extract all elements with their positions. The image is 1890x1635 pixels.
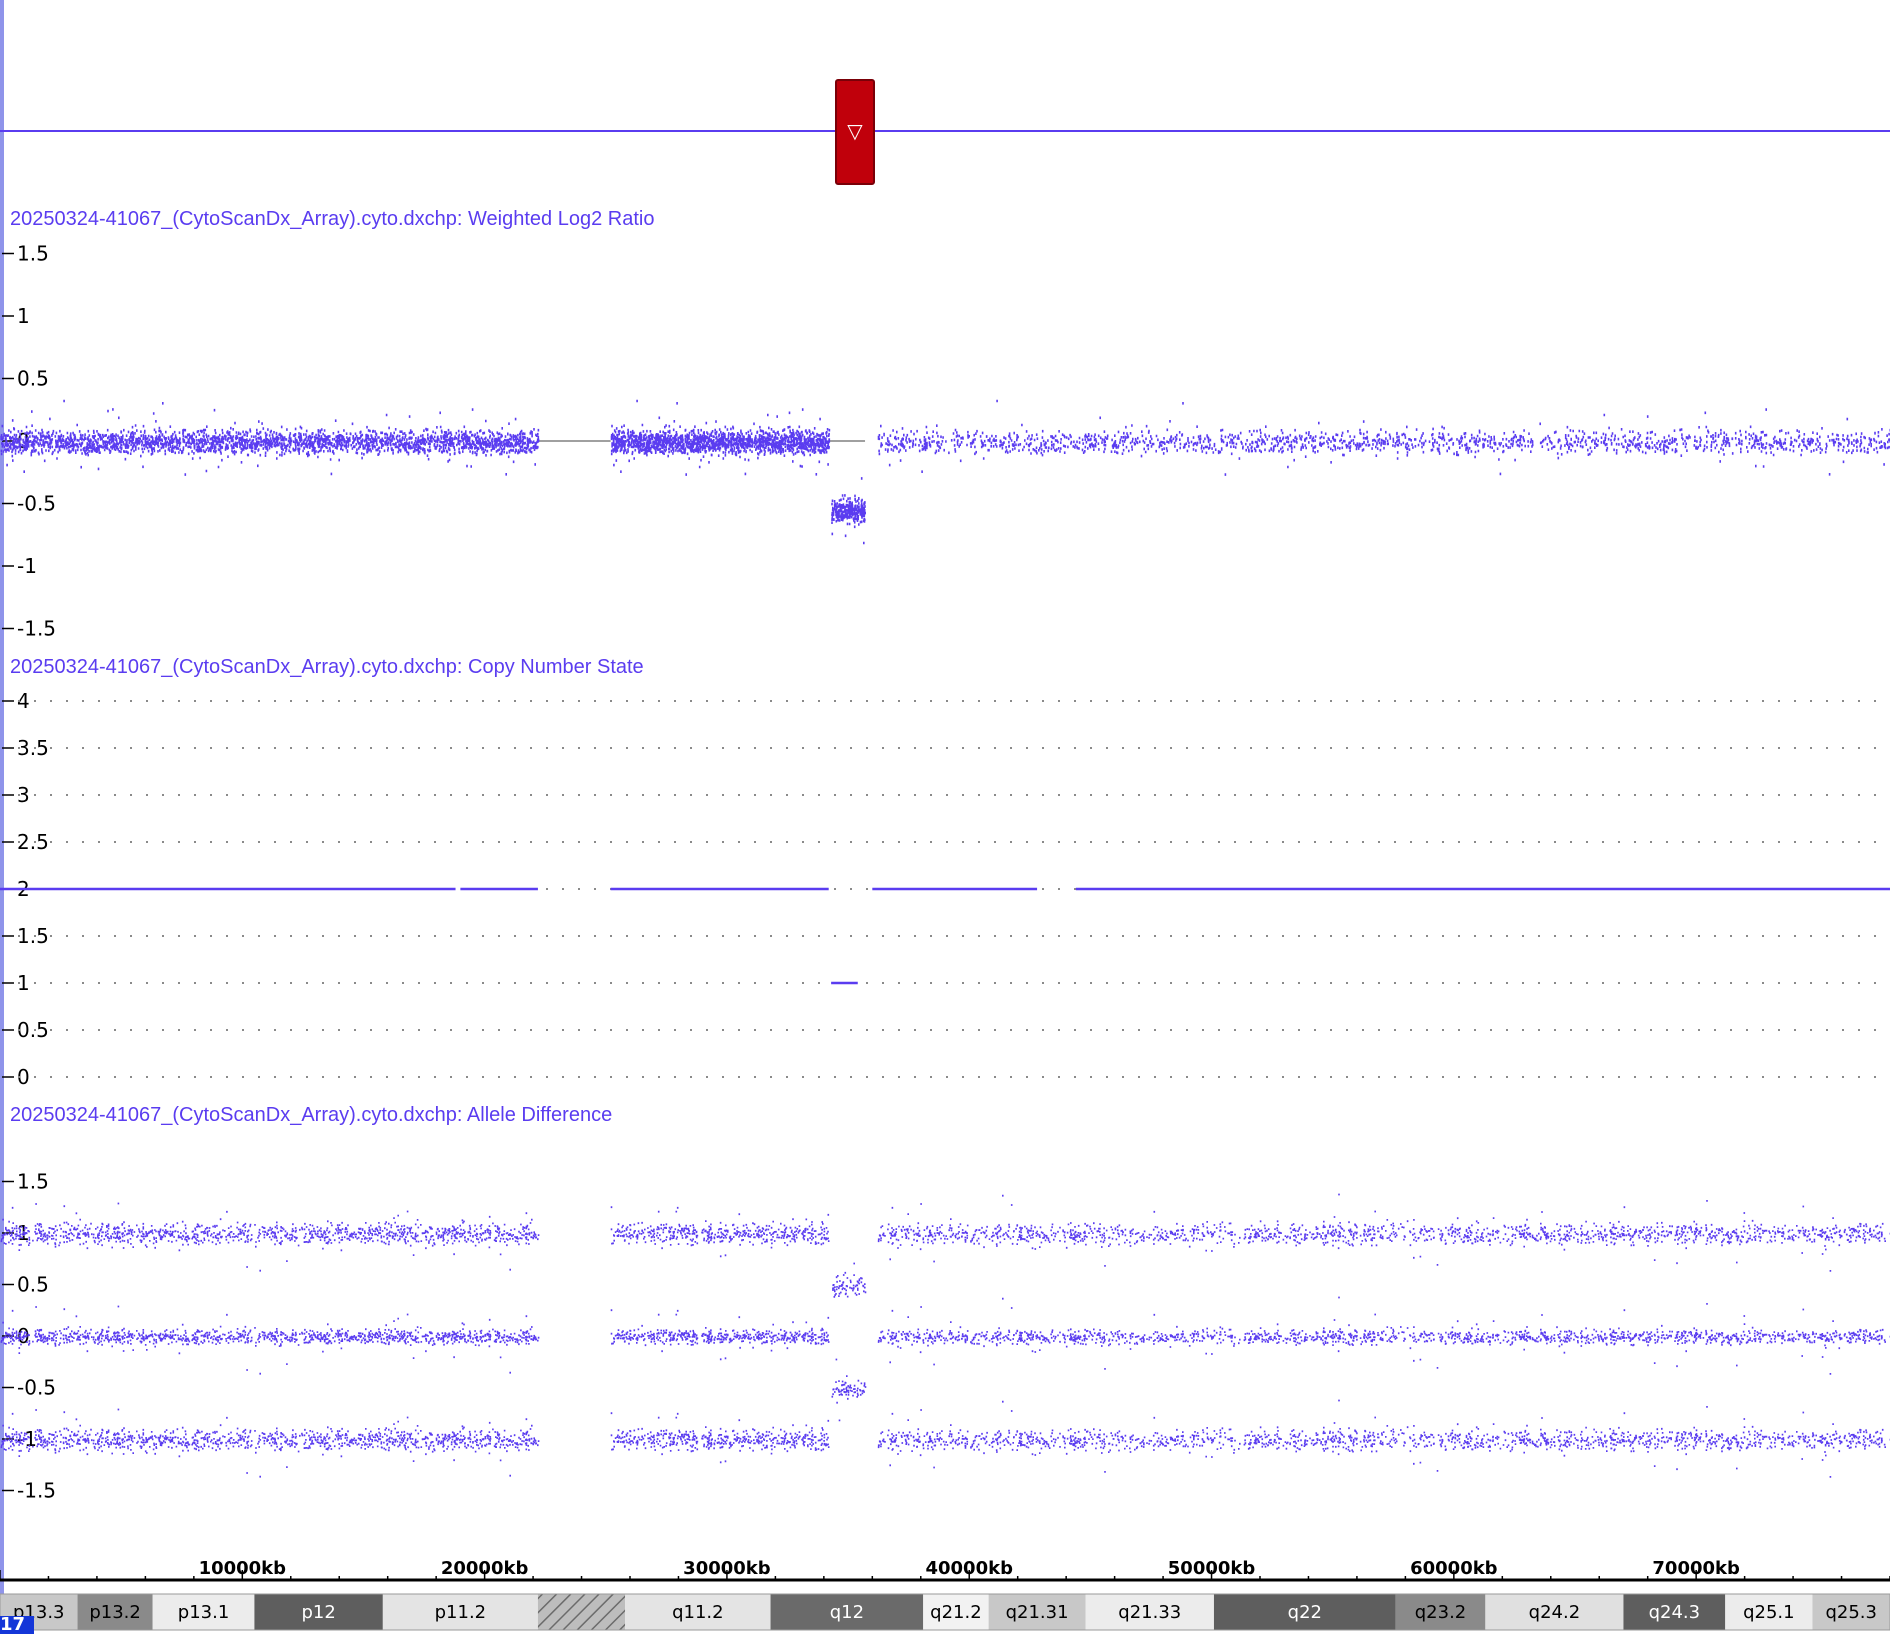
chromosome-browser-canvas[interactable]: ▽ 20250324-41067_(CytoScanDx_Array).cyto… [0, 0, 1890, 1634]
ideogram-band-label: q23.2 [1415, 1602, 1467, 1623]
ideogram-band[interactable] [537, 1594, 626, 1630]
x-tick-label: 40000kb [925, 1558, 1013, 1579]
ad-tick-label: 0.5 [17, 1273, 49, 1297]
log2-tick-label: 1 [17, 304, 30, 328]
ad-plot [0, 1193, 1890, 1478]
x-tick-label: 50000kb [1168, 1558, 1256, 1579]
cn-tick-label: 2.5 [17, 830, 49, 854]
ideogram-band-label: q21.31 [1006, 1602, 1069, 1623]
x-tick-label: 20000kb [441, 1558, 529, 1579]
chromosome-ideogram[interactable]: p13.3 p13.2 p13.1 p12 p11.2 q11.2 q12 q21.2 q21.… [0, 1593, 1890, 1631]
ad-tick-label: 1.5 [17, 1170, 49, 1194]
ideogram-band-label: q21.33 [1118, 1602, 1181, 1623]
log2-tick-label: -1 [17, 554, 37, 578]
ideogram-band-label: q24.2 [1529, 1602, 1581, 1623]
log2-track-title: 20250324-41067_(CytoScanDx_Array).cyto.d… [10, 208, 654, 230]
ideogram-band-label: p13.2 [89, 1602, 141, 1623]
triangle-down-icon[interactable]: ▽ [847, 119, 863, 143]
log2-tick-label: 0.5 [17, 367, 49, 391]
x-tick-label: 30000kb [683, 1558, 771, 1579]
log2-tick-label: -0.5 [17, 492, 56, 516]
ad-points [0, 1193, 1890, 1478]
cn-plot [0, 700, 1890, 1078]
ideogram-band-label: q21.2 [930, 1602, 982, 1623]
cn-tick-label: 3.5 [17, 736, 49, 760]
cn-track-title: 20250324-41067_(CytoScanDx_Array).cyto.d… [10, 656, 644, 678]
ad-tick-label: -1.5 [17, 1479, 56, 1503]
ideogram-band-label: p11.2 [435, 1602, 487, 1623]
ideogram-band-label: q25.3 [1825, 1602, 1877, 1623]
ad-track-title: 20250324-41067_(CytoScanDx_Array).cyto.d… [10, 1104, 612, 1126]
x-tick-label: 70000kb [1652, 1558, 1740, 1579]
ideogram-band-label: q24.3 [1649, 1602, 1701, 1623]
ad-tick-label: -0.5 [17, 1376, 56, 1400]
x-tick-label: 10000kb [199, 1558, 287, 1579]
cn-tick-label: 1.5 [17, 924, 49, 948]
ideogram-band-label: p13.1 [178, 1602, 230, 1623]
log2-plot [0, 399, 1890, 545]
chromosome-label[interactable]: 17 [0, 1616, 34, 1634]
cursor-marker[interactable]: ▽ [835, 79, 875, 185]
ideogram-band-label: q11.2 [672, 1602, 724, 1623]
log2-tick-label: 1.5 [17, 242, 49, 266]
genomic-x-axis: 10000kb 20000kb 30000kb 40000kb 50000kb 60000… [0, 1558, 1890, 1582]
log2-points [0, 399, 1890, 545]
cn-tick-label: 0.5 [17, 1018, 49, 1042]
ideogram-band-label: q22 [1288, 1602, 1322, 1623]
log2-tick-label: -1.5 [17, 617, 56, 641]
ideogram-band-label: q25.1 [1743, 1602, 1795, 1623]
ideogram-band-label: q12 [830, 1602, 864, 1623]
ideogram-band-label: p12 [301, 1602, 335, 1623]
x-tick-label: 60000kb [1410, 1558, 1498, 1579]
